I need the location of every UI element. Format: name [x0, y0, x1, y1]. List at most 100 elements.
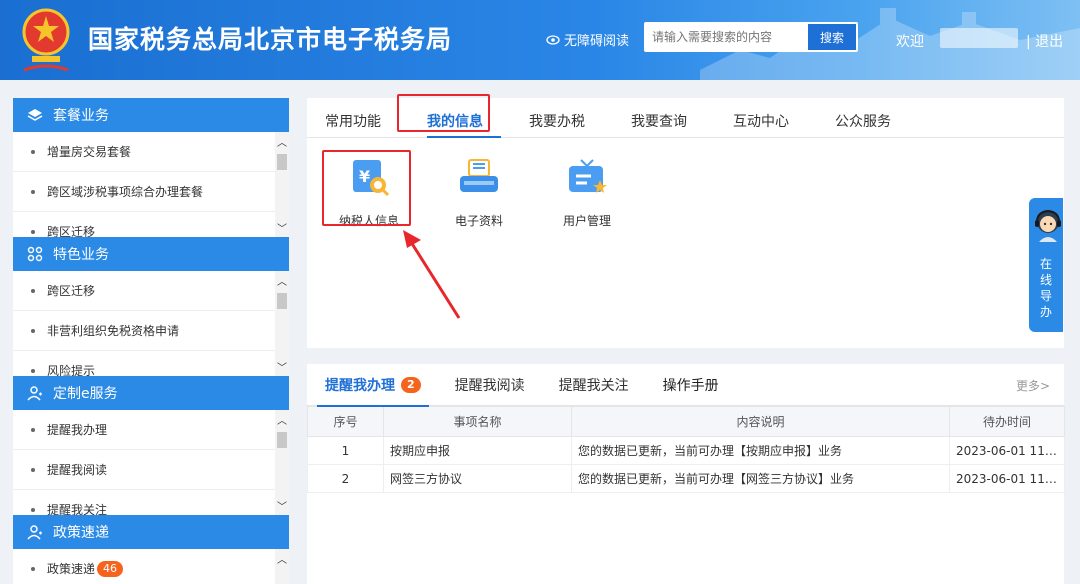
sidebar-item-label: 提醒我关注 — [47, 503, 108, 515]
user-management-icon — [569, 159, 607, 193]
tab-common[interactable]: 常用功能 — [325, 105, 399, 137]
site-title: 国家税务总局北京市电子税务局 — [88, 25, 453, 54]
bullet-icon — [31, 427, 35, 432]
tab-interaction[interactable]: 互动中心 — [733, 105, 807, 137]
layers-icon — [27, 109, 43, 121]
scrollbar[interactable]: ︿ — [275, 549, 289, 584]
sidebar-item[interactable]: 政策速递 46 — [13, 549, 275, 584]
table-row[interactable]: 1 按期应申报 您的数据已更新，当前可办理【按期应申报】业务 2023-06-0… — [307, 436, 1065, 465]
chevron-down-icon[interactable]: ﹀ — [277, 220, 287, 235]
taxpayer-info-button[interactable]: ¥ 纳税人信息 — [329, 156, 409, 229]
sidebar-list-custom: 提醒我办理 提醒我阅读 提醒我关注 ︿ ﹀ — [13, 410, 289, 515]
online-guide-button[interactable]: 在线导办 — [1029, 198, 1063, 332]
tax-bureau-emblem-icon — [22, 8, 70, 72]
column-header: 序号 — [307, 406, 384, 437]
more-link[interactable]: 更多> — [1016, 377, 1050, 394]
tab-remind-follow[interactable]: 提醒我关注 — [559, 364, 629, 406]
bullet-icon — [31, 229, 35, 234]
cell-item-name[interactable]: 网签三方协议 — [383, 464, 572, 493]
taxpayer-info-icon: ¥ — [353, 160, 390, 197]
bullet-icon — [31, 507, 35, 512]
sidebar-item[interactable]: 增量房交易套餐 — [13, 132, 275, 172]
table-header-row: 序号 事项名称 内容说明 待办时间 — [307, 406, 1065, 437]
cell-item-name[interactable]: 按期应申报 — [383, 436, 572, 465]
bullet-icon — [31, 328, 35, 333]
sidebar-item-label: 提醒我办理 — [47, 423, 108, 437]
bullet-icon — [31, 566, 35, 571]
chevron-up-icon[interactable]: ︿ — [277, 551, 287, 566]
accessibility-reading-link[interactable]: 无障碍阅读 — [546, 30, 629, 49]
cell-time: 2023-06-01 11:5... — [949, 464, 1065, 493]
search-input[interactable] — [652, 24, 810, 50]
sidebar-head-custom[interactable]: 定制e服务 — [13, 376, 289, 410]
logout-link[interactable]: | 退出 — [1026, 31, 1063, 51]
sidebar-item-label: 提醒我阅读 — [47, 463, 108, 477]
user-management-button[interactable]: 用户管理 — [547, 156, 627, 229]
sidebar-item[interactable]: 跨区迁移 — [13, 212, 275, 237]
tab-label: 提醒我办理 — [325, 377, 395, 394]
chevron-down-icon[interactable]: ﹀ — [277, 359, 287, 374]
sidebar-group-featured: 特色业务 跨区迁移 非营利组织免税资格申请 风险提示 ︿ ﹀ — [13, 237, 289, 376]
sidebar-item[interactable]: 提醒我关注 — [13, 490, 275, 515]
sidebar-group-custom: 定制e服务 提醒我办理 提醒我阅读 提醒我关注 ︿ ﹀ — [13, 376, 289, 515]
user-icon — [27, 525, 42, 540]
annotation-arrow-icon — [403, 230, 461, 319]
sidebar-item[interactable]: 风险提示 — [13, 351, 275, 376]
scrollbar[interactable]: ︿ ﹀ — [275, 410, 289, 515]
sidebar-head-package[interactable]: 套餐业务 — [13, 98, 289, 132]
welcome-text: 欢迎 — [896, 34, 924, 50]
count-badge: 2 — [401, 376, 421, 393]
scrollbar-thumb[interactable] — [277, 154, 287, 170]
sidebar-list-policy: 政策速递 46 ︿ — [13, 549, 289, 584]
tab-remind-read[interactable]: 提醒我阅读 — [455, 364, 525, 406]
search-box: 搜索 — [644, 22, 858, 52]
tab-remind-handle[interactable]: 提醒我办理 2 — [317, 364, 429, 407]
sidebar: 套餐业务 增量房交易套餐 跨区域涉税事项综合办理套餐 跨区迁移 ︿ ﹀ 特色业务 … — [13, 98, 289, 584]
sidebar-item[interactable]: 跨区域涉税事项综合办理套餐 — [13, 172, 275, 212]
sidebar-head-label: 政策速递 — [53, 525, 109, 541]
chevron-up-icon[interactable]: ︿ — [277, 412, 287, 427]
tab-query[interactable]: 我要查询 — [631, 105, 705, 137]
electronic-docs-button[interactable]: 电子资料 — [439, 156, 519, 229]
sidebar-item[interactable]: 跨区迁移 — [13, 271, 275, 311]
sidebar-item-label: 跨区迁移 — [47, 284, 96, 298]
sidebar-item-label: 跨区域涉税事项综合办理套餐 — [47, 185, 204, 199]
cell-description: 您的数据已更新，当前可办理【网签三方协议】业务 — [571, 464, 950, 493]
online-guide-text: 在线导办 — [1039, 257, 1052, 319]
user-icon — [27, 386, 42, 401]
column-header: 内容说明 — [571, 406, 950, 437]
sidebar-head-policy[interactable]: 政策速递 — [13, 515, 289, 549]
column-header: 事项名称 — [383, 406, 572, 437]
tab-manual[interactable]: 操作手册 — [663, 364, 719, 406]
tab-my-info[interactable]: 我的信息 — [427, 105, 501, 138]
scrollbar-thumb[interactable] — [277, 432, 287, 448]
column-header: 待办时间 — [949, 406, 1065, 437]
accessibility-label: 无障碍阅读 — [564, 34, 630, 49]
chevron-down-icon[interactable]: ﹀ — [277, 498, 287, 513]
scrollbar-thumb[interactable] — [277, 293, 287, 309]
sidebar-item[interactable]: 非营利组织免税资格申请 — [13, 311, 275, 351]
table-row[interactable]: 2 网签三方协议 您的数据已更新，当前可办理【网签三方协议】业务 2023-06… — [307, 464, 1065, 493]
site-header: 国家税务总局北京市电子税务局 无障碍阅读 搜索 欢迎 | 退出 — [0, 0, 1080, 80]
sidebar-group-policy: 政策速递 政策速递 46 ︿ — [13, 515, 289, 584]
sidebar-item-label: 增量房交易套餐 — [47, 145, 132, 159]
sidebar-head-label: 套餐业务 — [53, 108, 109, 124]
sidebar-item-label: 跨区迁移 — [47, 225, 96, 237]
scrollbar[interactable]: ︿ ﹀ — [275, 271, 289, 376]
scrollbar[interactable]: ︿ ﹀ — [275, 132, 289, 237]
customer-service-avatar-icon — [1035, 209, 1061, 242]
reminders-table: 序号 事项名称 内容说明 待办时间 1 按期应申报 您的数据已更新，当前可办理【… — [307, 406, 1065, 493]
sidebar-item[interactable]: 提醒我办理 — [13, 410, 275, 450]
tab-public-service[interactable]: 公众服务 — [835, 105, 909, 137]
sidebar-head-featured[interactable]: 特色业务 — [13, 237, 289, 271]
tab-tax-filing[interactable]: 我要办税 — [529, 105, 603, 137]
sidebar-item[interactable]: 提醒我阅读 — [13, 450, 275, 490]
my-info-panel: 常用功能 我的信息 我要办税 我要查询 互动中心 公众服务 ¥ 纳税人信息 电子… — [307, 94, 1064, 348]
chevron-up-icon[interactable]: ︿ — [277, 134, 287, 149]
search-button[interactable]: 搜索 — [808, 24, 856, 50]
chevron-up-icon[interactable]: ︿ — [277, 273, 287, 288]
sidebar-item-label: 风险提示 — [47, 364, 96, 376]
eye-icon — [546, 34, 560, 45]
sidebar-item-label: 政策速递 — [47, 562, 96, 576]
function-label: 用户管理 — [562, 214, 611, 228]
